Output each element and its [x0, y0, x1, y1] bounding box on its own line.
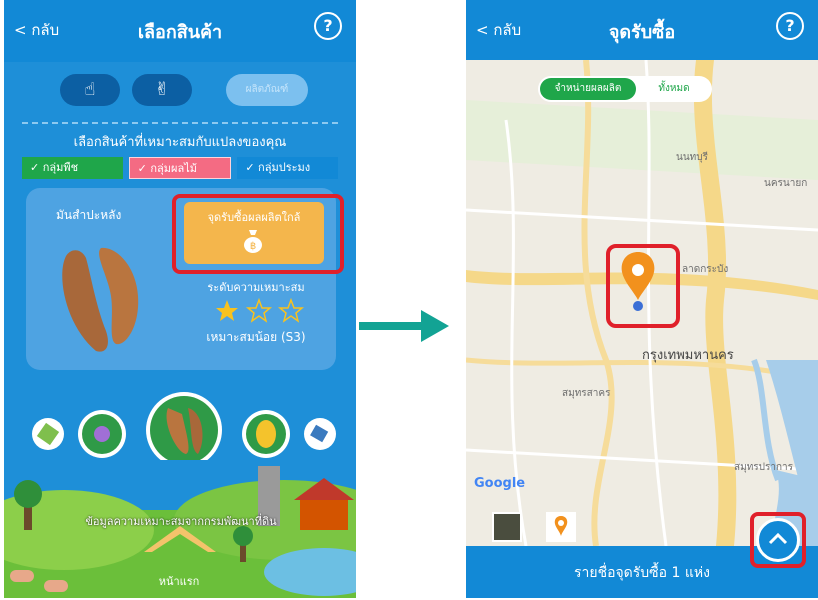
page-title: จุดรับซื้อ	[608, 22, 676, 43]
highlight-box	[750, 512, 806, 568]
header-bar: < กลับ เลือกสินค้า ?	[4, 0, 356, 62]
suitability-value: เหมาะสมน้อย (S3)	[206, 330, 306, 344]
step-three[interactable]: ผลิตภัณฑ์	[226, 74, 308, 106]
satellite-thumbnail[interactable]	[492, 512, 522, 542]
category-tabs: ✓ กลุ่มพืช ✓ กลุ่มผลไม้ ✓ กลุ่มประมง	[22, 157, 339, 179]
map-label: กรุงเทพมหานคร	[642, 348, 734, 363]
highlight-box	[172, 194, 344, 274]
help-icon[interactable]: ?	[314, 12, 342, 40]
divider	[22, 122, 338, 124]
map-label: นครนายก	[764, 178, 808, 189]
tab-fruits[interactable]: ✓ กลุ่มผลไม้	[128, 157, 232, 179]
star-outline-icon	[277, 298, 304, 323]
tab-plants[interactable]: ✓ กลุ่มพืช	[22, 157, 123, 179]
hand-peace-icon: ✌	[154, 79, 170, 100]
suitability-stars	[216, 298, 304, 323]
map-label: นนทบุรี	[676, 152, 708, 163]
data-source-text: ข้อมูลความเหมาะสมจากกรมพัฒนาที่ดิน	[85, 515, 277, 528]
header-bar: < กลับ จุดรับซื้อ ?	[466, 0, 818, 60]
hand-point-icon: ☝	[84, 79, 96, 100]
home-button[interactable]: หน้าแรก	[144, 572, 214, 590]
map-label: สมุทรปราการ	[734, 462, 794, 473]
instruction-text: เลือกสินค้าที่เหมาะสมกับแปลงของคุณ	[73, 135, 287, 150]
filter-toggle: จำหน่ายผลผลิต ทั้งหมด	[538, 76, 712, 102]
cassava-image	[62, 247, 139, 352]
step-indicator: ☝ ✌ ผลิตภัณฑ์	[4, 74, 356, 110]
page-title: เลือกสินค้า	[137, 22, 223, 43]
product-selection-screen: < กลับ เลือกสินค้า ? ☝ ✌ ผลิตภัณฑ์ เลือก…	[4, 0, 356, 598]
pin-thumbnail[interactable]	[546, 512, 576, 542]
pickup-points-screen: < กลับ จุดรับซื้อ ? จำหน่ายผลผลิต ทั้งหม…	[466, 0, 818, 598]
help-icon[interactable]: ?	[776, 12, 804, 40]
step-three-label: ผลิตภัณฑ์	[245, 84, 289, 95]
tab-fishery[interactable]: ✓ กลุ่มประมง	[237, 157, 339, 179]
arrow-right-icon	[359, 310, 449, 342]
product-name: มันสำปะหลัง	[56, 208, 122, 222]
google-logo: Google	[474, 476, 526, 491]
step-two[interactable]: ✌	[132, 74, 192, 106]
map-pin-icon	[554, 516, 568, 536]
filter-all[interactable]: ทั้งหมด	[642, 78, 706, 100]
suitability-label: ระดับความเหมาะสม	[207, 281, 305, 294]
step-one[interactable]: ☝	[60, 74, 120, 106]
map-label: สมุทรสาคร	[562, 388, 611, 399]
map-label: ลาดกระบัง	[682, 264, 729, 275]
star-icon	[216, 300, 238, 321]
filter-selected[interactable]: จำหน่ายผลผลิต	[540, 78, 636, 100]
star-outline-icon	[245, 298, 273, 323]
